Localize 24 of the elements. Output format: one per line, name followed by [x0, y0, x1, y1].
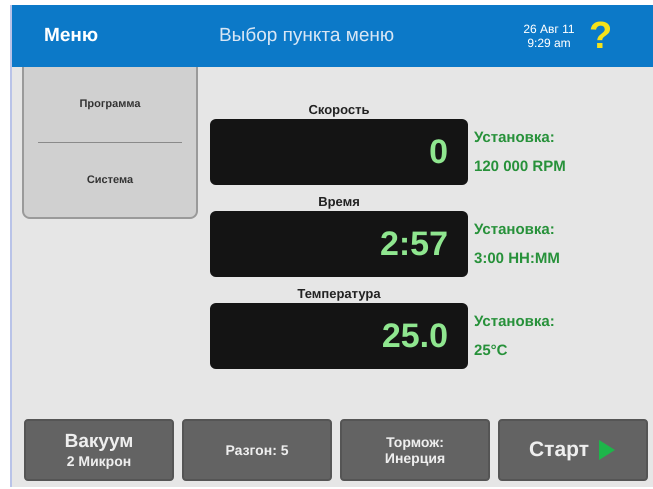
menu-item[interactable]: Система — [24, 142, 196, 217]
help-button[interactable]: ? — [589, 16, 612, 56]
value-display: 0 — [210, 119, 468, 185]
control-button[interactable]: Тормож: Инерция — [340, 419, 490, 481]
control-button[interactable]: Старт — [498, 419, 648, 481]
setpoint-label: Установка: — [474, 221, 556, 238]
time-text: 9:29 am — [527, 36, 571, 50]
setpoint-value: 25°C — [474, 342, 509, 359]
reading-label: Скорость — [308, 101, 370, 119]
screen-title: Выбор пункта меню — [219, 25, 396, 47]
setpoint-label: Установка: — [474, 129, 556, 146]
play-icon — [596, 438, 617, 462]
control-button[interactable]: Разгон: 5 — [182, 419, 332, 481]
date-text: 26 Авг 11 — [523, 22, 575, 36]
setpoint-label: Установка: — [474, 313, 555, 330]
setpoint-value: 3:00 HH:MM — [474, 250, 560, 267]
control-button[interactable]: Вакуум 2 Микрон — [24, 419, 174, 481]
menu-item[interactable]: Программа — [24, 67, 196, 142]
value-display: 2:57 — [210, 211, 468, 277]
value-display: 25.0 — [210, 303, 468, 369]
setpoint-value: 120 000 RPM — [474, 158, 566, 175]
menu-title: Меню — [44, 25, 100, 47]
reading-label: Температура — [296, 285, 382, 303]
reading-label: Время — [317, 193, 361, 211]
